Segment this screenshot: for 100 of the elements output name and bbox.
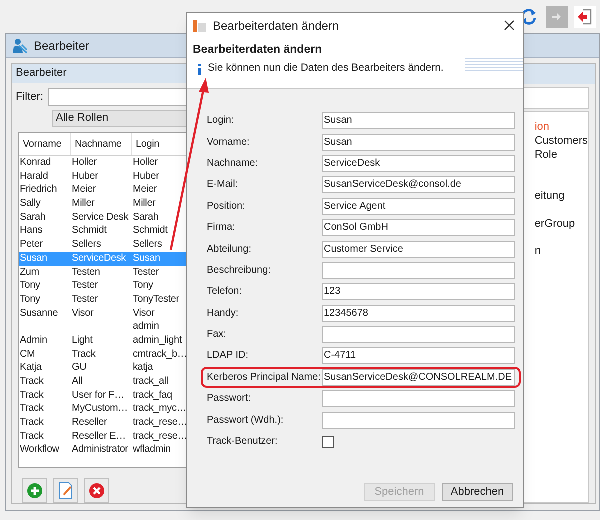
text-field[interactable]: Susan <box>322 134 515 151</box>
table-cell: Track <box>20 403 44 414</box>
table-cell: Admin <box>20 334 48 346</box>
table-cell: Reseller E… <box>72 430 126 442</box>
list-item[interactable]: n <box>534 244 588 258</box>
table-cell: track_rese… <box>133 417 188 428</box>
table-cell: Tester <box>133 266 160 278</box>
field-label: Fax: <box>207 329 226 340</box>
table-cell: Katja <box>20 362 42 374</box>
table-cell: Zum <box>20 266 40 278</box>
list-item[interactable]: Customers <box>534 134 588 148</box>
table-cell: cmtrack_b… <box>133 348 188 360</box>
text-field[interactable]: SusanServiceDesk@CONSOLREALM.DE <box>322 368 515 386</box>
list-item[interactable]: erGroup <box>534 217 588 231</box>
dialog-button[interactable]: Abbrechen <box>442 483 513 501</box>
field-label: Login: <box>207 115 234 126</box>
table-cell: Susan <box>20 252 48 264</box>
panel-title: Bearbeiter <box>16 66 67 82</box>
text-field[interactable]: Susan <box>322 112 515 130</box>
text-field[interactable] <box>322 326 515 344</box>
field-label: Position: <box>207 200 246 212</box>
table-cell: Sally <box>20 198 41 210</box>
table-cell: Sellers <box>72 239 102 250</box>
column-header[interactable]: Nachname <box>71 133 132 155</box>
text-field[interactable]: 12345678 <box>322 304 515 322</box>
field-label: Vorname: <box>207 136 250 148</box>
field-label: LDAP ID: <box>207 350 248 362</box>
stripes-decoration <box>465 58 523 74</box>
text-field[interactable] <box>322 390 515 408</box>
table-cell: Schmidt <box>72 225 107 236</box>
text-field[interactable]: Service Agent <box>322 198 515 215</box>
logout-icon[interactable] <box>574 6 596 28</box>
table-cell: All <box>72 376 83 387</box>
field-label: Track-Benutzer: <box>207 436 278 448</box>
delete-icon <box>88 482 104 498</box>
dialog-heading: Bearbeiterdaten ändern <box>193 43 322 58</box>
table-cell: Harald <box>20 170 48 182</box>
table-cell: Administrator <box>72 444 128 456</box>
list-item[interactable]: Role <box>534 148 588 162</box>
table-cell: Track <box>20 417 44 428</box>
text-field[interactable]: SusanServiceDesk@consol.de <box>322 176 515 194</box>
text-field[interactable] <box>322 412 515 429</box>
text-field[interactable]: C-4711 <box>322 347 515 364</box>
field-label: Telefon: <box>207 286 242 298</box>
column-header[interactable]: Vorname <box>19 133 71 155</box>
table-cell: track_myc… <box>133 403 187 414</box>
table-cell: Hans <box>20 225 43 236</box>
table-cell: Testen <box>72 266 100 278</box>
table-cell: track_rese… <box>133 430 188 442</box>
field-label: Beschreibung: <box>207 264 271 276</box>
table-cell: Tony <box>20 294 40 305</box>
table-cell: Visor <box>133 308 155 319</box>
table-cell: Tester <box>72 294 98 305</box>
table-cell: ServiceDesk <box>72 252 126 264</box>
table-cell: Tester <box>72 280 98 292</box>
text-field[interactable] <box>322 262 515 279</box>
table-cell: katja <box>133 362 154 374</box>
text-field[interactable]: 123 <box>322 283 515 300</box>
dialog-title: Bearbeiterdaten ändern <box>213 18 340 34</box>
table-cell: Tony <box>133 280 154 292</box>
list-item[interactable]: eitung <box>534 189 588 203</box>
table-cell: Meier <box>133 184 158 196</box>
add-button[interactable] <box>22 478 47 503</box>
table-cell: Susan <box>133 252 160 264</box>
table-cell: Track <box>72 348 96 360</box>
list-item[interactable]: ion <box>534 120 588 134</box>
field-label: E-Mail: <box>207 179 238 190</box>
table-cell: wfladmin <box>133 444 171 456</box>
table-cell: Workflow <box>20 444 60 456</box>
field-label: Passwort (Wdh.): <box>207 414 284 426</box>
field-label: Nachname: <box>207 158 258 169</box>
table-cell: CM <box>20 348 36 360</box>
delete-button[interactable] <box>84 478 109 503</box>
field-label: Handy: <box>207 308 239 319</box>
table-cell: track_all <box>133 376 168 387</box>
table-cell: Susanne <box>20 308 58 319</box>
field-label: Firma: <box>207 222 236 234</box>
info-icon <box>197 64 202 75</box>
field-label: Kerberos Principal Name: <box>207 372 321 383</box>
table-cell: Tony <box>20 280 40 292</box>
checkbox[interactable] <box>322 436 334 448</box>
table-cell: Reseller <box>72 417 108 428</box>
table-cell: track_faq <box>133 390 172 401</box>
table-cell: Holler <box>72 157 97 168</box>
app-icon <box>193 18 207 32</box>
table-cell: Sellers <box>133 239 162 250</box>
info-text: Sie können nun die Daten des Bearbeiters ändern. <box>208 61 444 76</box>
table-cell: Track <box>20 430 44 442</box>
text-field[interactable]: Customer Service <box>322 240 515 258</box>
text-field[interactable]: ConSol GmbH <box>322 219 515 236</box>
pencil-document-icon <box>58 482 74 500</box>
text-field[interactable]: ServiceDesk <box>322 154 515 172</box>
edit-button[interactable] <box>53 478 78 503</box>
table-cell: Sarah <box>133 212 159 223</box>
table-cell: TonyTester <box>133 294 180 305</box>
table-cell: GU <box>72 362 87 374</box>
filter-label: Filter: <box>16 90 44 105</box>
table-cell: Light <box>72 334 93 346</box>
table-cell: Huber <box>72 170 98 182</box>
login-icon[interactable] <box>546 6 568 28</box>
